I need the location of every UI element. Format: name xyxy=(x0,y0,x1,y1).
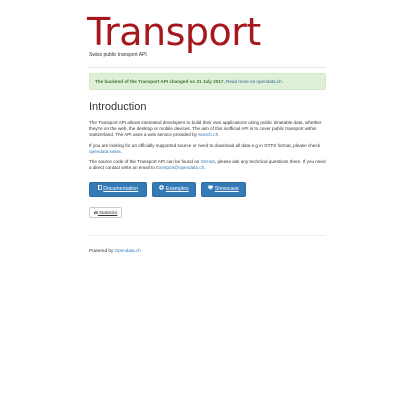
examples-button[interactable]: Examples xyxy=(152,182,196,197)
intro-paragraph-1: The Transport API allows interested deve… xyxy=(89,120,326,139)
footer: Powered by Opendata.ch xyxy=(89,248,141,253)
intro-p3-end: . xyxy=(204,165,206,171)
intro-p2-text: If you are looking for an officially sup… xyxy=(89,143,321,148)
intro-paragraph-2: If you are looking for an officially sup… xyxy=(89,143,326,155)
introduction-heading: Introduction xyxy=(89,101,147,113)
alert-text: The backend of the Transport API changed… xyxy=(95,79,225,84)
contact-email-link[interactable]: transport@opendata.ch xyxy=(156,165,204,170)
search-ch-link[interactable]: search.ch xyxy=(198,132,218,137)
opendata-ch-link[interactable]: Opendata.ch xyxy=(115,248,141,253)
screen-icon xyxy=(208,183,213,196)
intro-p1-end: . xyxy=(218,132,220,138)
examples-label: Examples xyxy=(165,186,189,192)
statistics-label: Statistics xyxy=(98,210,118,215)
opendata-swiss-link[interactable]: opendata.swiss xyxy=(89,149,121,154)
header-divider xyxy=(89,67,326,68)
documentation-label: Documentation xyxy=(103,186,139,192)
plus-circle-icon xyxy=(159,183,165,196)
intro-p3-text: The source code of the Transport API can… xyxy=(89,159,201,164)
showcase-label: Showcase xyxy=(214,186,239,192)
statistics-button[interactable]: Statistics xyxy=(89,207,122,218)
intro-p2-end: . xyxy=(120,149,122,155)
footer-divider xyxy=(89,235,326,236)
footer-prefix: Powered by xyxy=(89,248,115,253)
site-subtitle: Swiss public transport API xyxy=(89,52,147,58)
showcase-button[interactable]: Showcase xyxy=(201,182,246,197)
alert-read-more-link[interactable]: Read more on opendata.ch. xyxy=(226,79,283,84)
site-title: Transport xyxy=(87,10,261,54)
backend-change-alert: The backend of the Transport API changed… xyxy=(89,73,326,90)
documentation-button[interactable]: Documentation xyxy=(89,182,147,197)
book-icon xyxy=(97,183,102,196)
intro-paragraph-3: The source code of the Transport API can… xyxy=(89,159,326,171)
github-link[interactable]: GitHub xyxy=(201,159,215,164)
